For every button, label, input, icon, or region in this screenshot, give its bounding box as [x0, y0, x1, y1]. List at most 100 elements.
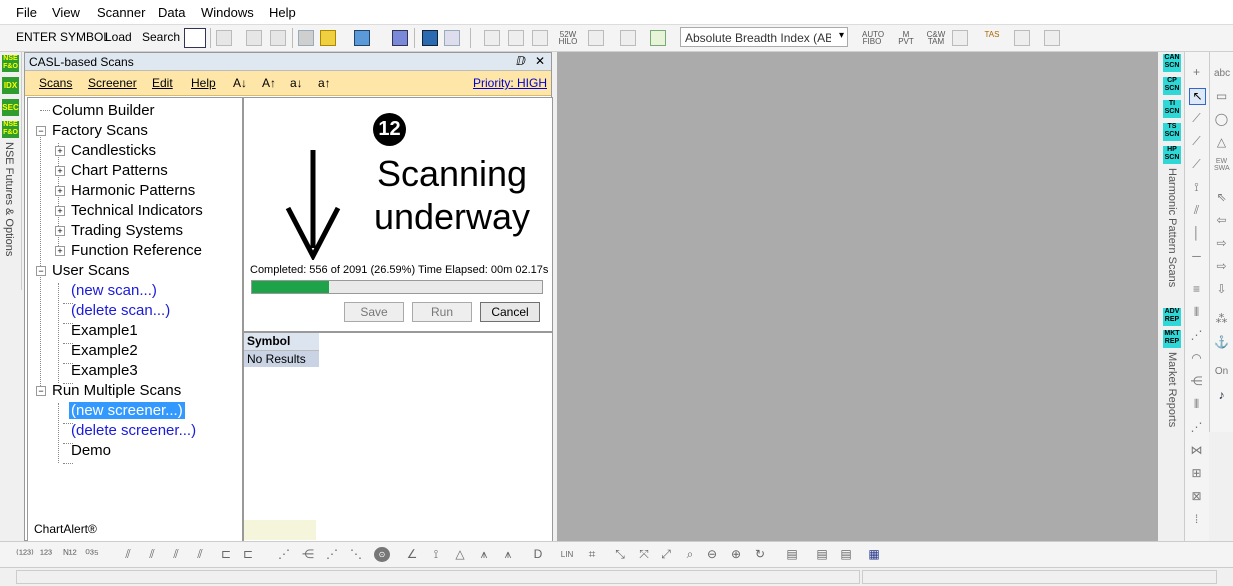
wave-icon[interactable] [1014, 30, 1030, 46]
gann-box-icon[interactable]: ⊞ [1189, 466, 1204, 481]
menu-data[interactable]: Data [158, 5, 185, 20]
chart-type-icon[interactable] [184, 28, 206, 48]
zoom-out-icon[interactable]: ⊖ [704, 547, 720, 562]
tree-column-builder[interactable]: Column Builder [52, 102, 155, 119]
bars2-icon[interactable] [532, 30, 548, 46]
expand-icon[interactable]: + [55, 166, 65, 176]
priority-link[interactable]: Priority: HIGH [473, 76, 547, 90]
arrow-right-icon[interactable]: ⇨ [1214, 236, 1229, 251]
can-scn-button[interactable]: CAN SCN [1163, 54, 1181, 72]
tree-example1[interactable]: Example1 [71, 322, 138, 339]
fan-tool4-icon[interactable]: ⋱ [348, 547, 364, 562]
fan-tool-icon[interactable]: ⋰ [276, 547, 292, 562]
menu-view[interactable]: View [52, 5, 80, 20]
collapse-icon[interactable]: − [36, 126, 46, 136]
abc-export-icon[interactable]: ▦ [866, 547, 882, 562]
bar-tool2-icon[interactable]: ⫽ [144, 547, 160, 562]
bars-icon[interactable] [508, 30, 524, 46]
fib-vertical-icon[interactable]: ⦀ [1189, 305, 1204, 320]
fan-tool3-icon[interactable]: ⋰ [324, 547, 340, 562]
horizontal-line-icon[interactable]: ─ [1189, 249, 1204, 264]
strip-button-sec[interactable]: SEC [2, 99, 19, 116]
vertical-line-icon[interactable]: │ [1189, 226, 1204, 241]
panel-menu-scans[interactable]: Scans [39, 76, 72, 90]
fib-lines-icon[interactable]: ≡ [1189, 282, 1204, 297]
pattern-tool-icon[interactable]: ⩚ [476, 547, 492, 562]
save-icon[interactable] [216, 30, 232, 46]
tree-technical-indicators[interactable]: Technical Indicators [71, 202, 203, 219]
expand-icon[interactable]: ⤢ [658, 547, 674, 562]
tree-harmonic-patterns[interactable]: Harmonic Patterns [71, 182, 195, 199]
arc-icon[interactable]: ◠ [1189, 351, 1204, 366]
tree-new-screener[interactable]: (new screener...) [69, 402, 185, 419]
panel-menu-help[interactable]: Help [191, 76, 216, 90]
sort-lower-desc-button[interactable]: a↓ [290, 76, 303, 90]
auto-fibo-button[interactable]: AUTO FIBO [862, 31, 884, 46]
panel-menu-screener[interactable]: Screener [88, 76, 137, 90]
expand-icon[interactable]: + [55, 186, 65, 196]
hp-scn-button[interactable]: HP SCN [1163, 146, 1181, 164]
mkt-rep-button[interactable]: MKT REP [1163, 330, 1181, 348]
enter-symbol-button[interactable]: ENTER SYMBOL [16, 30, 110, 44]
tree-chart-patterns[interactable]: Chart Patterns [71, 162, 168, 179]
scan-icon[interactable] [392, 30, 408, 46]
on-toggle[interactable]: On [1214, 364, 1229, 379]
elliott-wave-icon[interactable]: EW SWA [1214, 158, 1230, 173]
grid-icon[interactable]: ⌗ [584, 547, 600, 562]
arrow-down-icon[interactable]: ⇩ [1214, 282, 1229, 297]
ellipse-icon[interactable]: ◯ [1214, 112, 1229, 127]
wave-count-icon[interactable]: ⁽¹²³⁾ [16, 547, 34, 562]
print-icon[interactable] [246, 30, 262, 46]
matrix-icon[interactable]: ⁞ [1189, 512, 1204, 527]
sort-lower-asc-button[interactable]: a↑ [318, 76, 331, 90]
magnify-icon[interactable]: ⌕ [682, 547, 698, 562]
arrow-up-left-icon[interactable]: ⇖ [1214, 190, 1229, 205]
copy-icon[interactable]: ▤ [814, 547, 830, 562]
search-button[interactable]: Search [142, 30, 180, 44]
run-button[interactable]: Run [412, 302, 472, 322]
save-button[interactable]: Save [344, 302, 404, 322]
wave-count2-icon[interactable]: ¹²³ [38, 547, 54, 562]
tree-new-scan[interactable]: (new scan...) [71, 282, 157, 299]
breadth-icon[interactable] [650, 30, 666, 46]
template-icon[interactable] [354, 30, 370, 46]
window-icon[interactable] [444, 30, 460, 46]
square-icon[interactable]: ⊠ [1189, 489, 1204, 504]
tree-delete-scan[interactable]: (delete scan...) [71, 302, 170, 319]
pitchfork-icon[interactable]: ⟟ [428, 547, 444, 562]
load-button[interactable]: Load [105, 30, 132, 44]
abc-pattern-icon[interactable]: ⩚ [500, 547, 516, 562]
fan-icon[interactable]: ⋰ [1189, 328, 1204, 343]
sort-az-desc-button[interactable]: A↓ [233, 76, 247, 90]
crosshair-icon[interactable]: + [1189, 65, 1204, 80]
pattern-icon[interactable] [588, 30, 604, 46]
refresh-icon[interactable]: ↻ [752, 547, 768, 562]
fan-tool2-icon[interactable]: ⋲ [300, 547, 316, 562]
text-tool-icon[interactable]: abc [1214, 66, 1230, 81]
tree-example2[interactable]: Example2 [71, 342, 138, 359]
d-tool-icon[interactable]: D [530, 547, 546, 562]
zoom-fit-icon[interactable]: ⤡ [612, 547, 628, 562]
ma-icon[interactable] [620, 30, 636, 46]
zoom-in-icon[interactable]: ⊕ [728, 547, 744, 562]
list-icon[interactable] [484, 30, 500, 46]
harmonic-pattern-scans-label[interactable]: Harmonic Pattern Scans [1166, 168, 1178, 287]
menu-help[interactable]: Help [269, 5, 296, 20]
ti-scn-button[interactable]: TI SCN [1163, 100, 1181, 118]
menu-windows[interactable]: Windows [201, 5, 254, 20]
sort-az-asc-button[interactable]: A↑ [262, 76, 276, 90]
collapse-icon[interactable]: − [36, 386, 46, 396]
indicator-icon[interactable] [320, 30, 336, 46]
expand-icon[interactable]: + [55, 146, 65, 156]
expand-icon[interactable]: + [55, 226, 65, 236]
m-pvt-button[interactable]: M PVT [896, 31, 916, 46]
nse-futures-options-label[interactable]: NSE Futures & Options [3, 142, 15, 256]
tree-factory-scans[interactable]: Factory Scans [52, 122, 148, 139]
cw-tam-button[interactable]: C&W TAM [924, 31, 948, 46]
bar-tool3-icon[interactable]: ⫽ [168, 547, 184, 562]
tree-candlesticks[interactable]: Candlesticks [71, 142, 156, 159]
angle-icon[interactable]: ∠ [404, 547, 420, 562]
close-icon[interactable]: ✕ [535, 54, 545, 68]
wave-count4-icon[interactable]: ⁰³⁵ [84, 547, 100, 562]
level-icon[interactable]: ⊏ [218, 547, 234, 562]
